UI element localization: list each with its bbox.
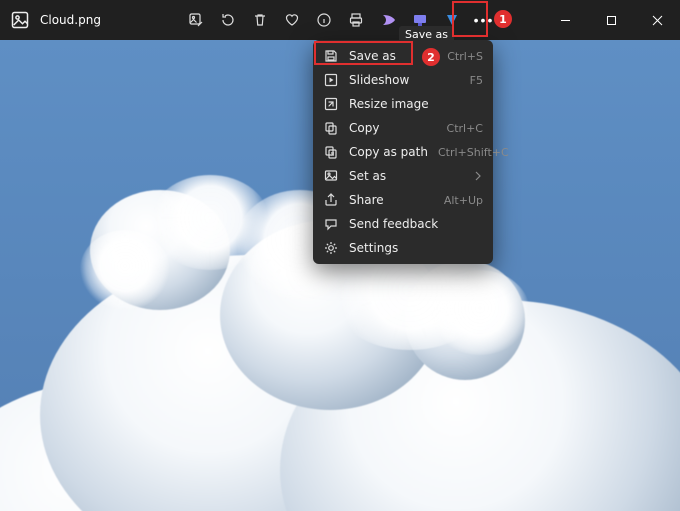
trash-icon: [252, 12, 268, 28]
menu-item-copy-path[interactable]: Copy as path Ctrl+Shift+C: [313, 140, 493, 164]
filetype-image-icon: [10, 10, 30, 30]
menu-item-shortcut: Ctrl+Shift+C: [438, 146, 509, 159]
favorite-button[interactable]: [278, 6, 306, 34]
menu-item-feedback[interactable]: Send feedback: [313, 212, 493, 236]
feedback-icon: [323, 216, 339, 232]
copy-icon: [323, 120, 339, 136]
menu-item-save-as[interactable]: Save as Ctrl+S: [313, 44, 493, 68]
menu-item-settings[interactable]: Settings: [313, 236, 493, 260]
menu-item-set-as[interactable]: Set as: [313, 164, 493, 188]
more-ellipsis-icon: •••: [474, 13, 495, 27]
gear-icon: [323, 240, 339, 256]
chevron-right-icon: [473, 171, 483, 181]
photos-app-window: Cloud.png: [0, 0, 680, 511]
close-button[interactable]: [634, 0, 680, 40]
copy-path-icon: [323, 144, 339, 160]
menu-item-label: Slideshow: [349, 73, 460, 87]
menu-item-shortcut: Ctrl+C: [447, 122, 483, 135]
printer-icon: [348, 12, 364, 28]
menu-item-label: Send feedback: [349, 217, 473, 231]
close-icon: [652, 15, 663, 26]
minimize-icon: [560, 15, 571, 26]
file-title: Cloud.png: [40, 13, 101, 27]
window-controls: [542, 0, 680, 40]
minimize-button[interactable]: [542, 0, 588, 40]
menu-item-shortcut: F5: [470, 74, 483, 87]
titlebar: Cloud.png: [0, 0, 680, 40]
menu-item-label: Copy as path: [349, 145, 428, 159]
save-icon: [323, 48, 339, 64]
edit-image-icon: [188, 12, 204, 28]
menu-item-label: Settings: [349, 241, 473, 255]
menu-item-label: Set as: [349, 169, 461, 183]
annotation-badge-1: 1: [494, 10, 512, 28]
clipchamp-button[interactable]: [374, 6, 402, 34]
annotation-badge-2: 2: [422, 48, 440, 66]
play-box-icon: [323, 72, 339, 88]
menu-item-label: Copy: [349, 121, 437, 135]
maximize-button[interactable]: [588, 0, 634, 40]
more-menu: Save as Ctrl+S Slideshow F5 Resize image…: [313, 40, 493, 264]
maximize-icon: [606, 15, 617, 26]
edit-image-button[interactable]: [182, 6, 210, 34]
resize-icon: [323, 96, 339, 112]
info-button[interactable]: [310, 6, 338, 34]
menu-item-shortcut: Alt+Up: [444, 194, 483, 207]
tooltip-saveas: Save as: [399, 26, 454, 43]
menu-item-copy[interactable]: Copy Ctrl+C: [313, 116, 493, 140]
menu-item-resize[interactable]: Resize image: [313, 92, 493, 116]
image-icon: [323, 168, 339, 184]
print-button[interactable]: [342, 6, 370, 34]
menu-item-shortcut: Ctrl+S: [447, 50, 483, 63]
share-icon: [323, 192, 339, 208]
menu-item-slideshow[interactable]: Slideshow F5: [313, 68, 493, 92]
menu-item-label: Share: [349, 193, 434, 207]
rotate-icon: [220, 12, 236, 28]
delete-button[interactable]: [246, 6, 274, 34]
menu-item-share[interactable]: Share Alt+Up: [313, 188, 493, 212]
clipchamp-icon: [380, 12, 396, 28]
info-icon: [316, 12, 332, 28]
menu-item-label: Resize image: [349, 97, 473, 111]
heart-icon: [284, 12, 300, 28]
rotate-button[interactable]: [214, 6, 242, 34]
